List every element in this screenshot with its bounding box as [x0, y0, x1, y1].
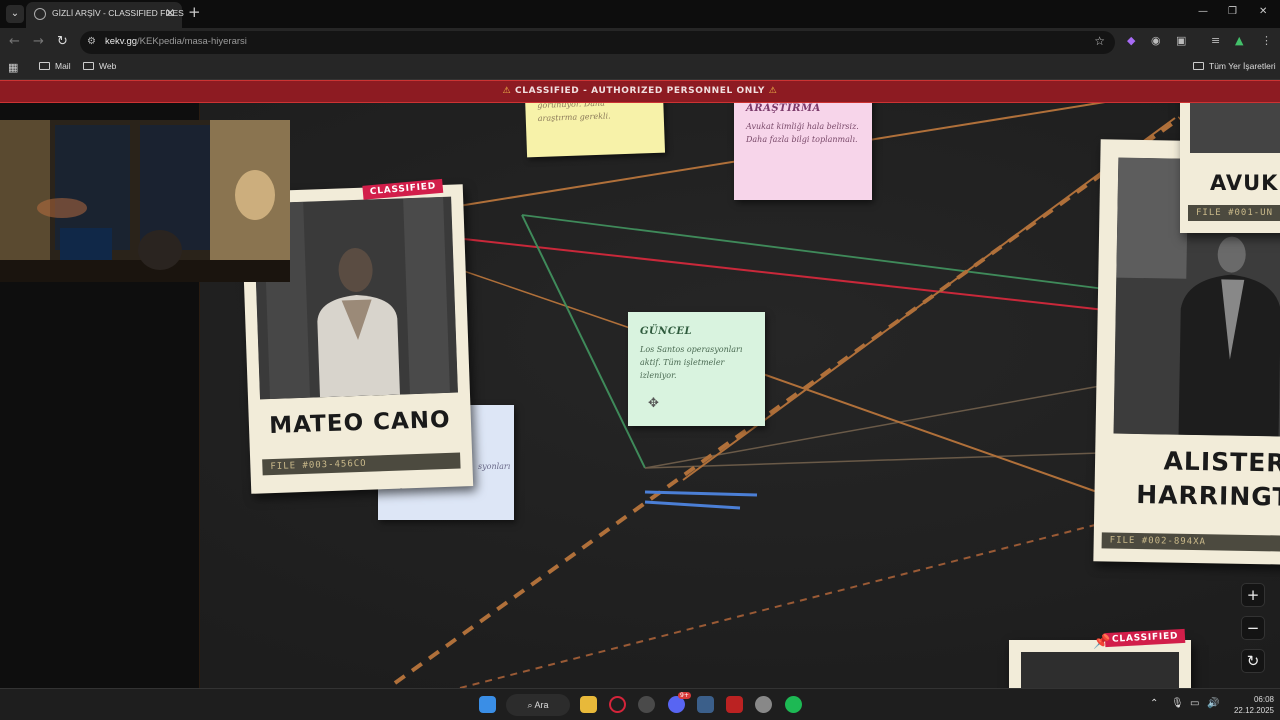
- suspect-card-bottom[interactable]: CLASSIFIED 📌: [1009, 628, 1191, 688]
- suspect-name-line2: HARRINGTO: [1136, 479, 1280, 513]
- spotify-icon[interactable]: [785, 696, 802, 713]
- chrome-icon[interactable]: [638, 696, 655, 713]
- sticky-note-pink[interactable]: ARAŞTIRMA Avukat kimliği hala belirsiz. …: [734, 103, 872, 200]
- tab-search-button[interactable]: ⌄: [6, 5, 24, 23]
- all-bookmarks[interactable]: Tüm Yer İşaretleri: [1193, 61, 1276, 71]
- string-blue: [644, 490, 758, 497]
- windows-taskbar: ⌕ Ara 9+ ⌃ 🎙 ▭ 🔊 06:08 22.12.2025: [0, 688, 1280, 720]
- minimize-button[interactable]: —: [1198, 6, 1208, 17]
- network-icon[interactable]: ▭: [1190, 698, 1199, 709]
- zoom-out-button[interactable]: −: [1241, 616, 1265, 640]
- media-icon[interactable]: ≡: [1211, 34, 1220, 47]
- close-window-button[interactable]: ✕: [1259, 6, 1267, 17]
- suspect-name-line1: ALISTER: [1163, 446, 1280, 478]
- suspect-photo: [1021, 652, 1179, 688]
- file-id: FILE #003-456CO: [262, 452, 461, 476]
- forward-icon[interactable]: →: [33, 34, 44, 49]
- url-text: kekv.gg/KEKpedia/masa-hiyerarsi: [105, 36, 247, 47]
- webcam-overlay: [0, 120, 290, 282]
- classified-banner: ⚠ CLASSIFIED - AUTHORIZED PERSONNEL ONLY…: [0, 80, 1280, 103]
- opera-icon[interactable]: [609, 696, 626, 713]
- folder-icon: [39, 62, 50, 70]
- folder-icon: [1193, 62, 1204, 70]
- string-red: [454, 237, 1106, 311]
- camera-icon[interactable]: ◉: [1151, 34, 1161, 47]
- webcam-feed: [0, 120, 290, 282]
- profile-icon[interactable]: ▲: [1235, 34, 1243, 47]
- app-icon-red[interactable]: [726, 696, 743, 713]
- globe-icon: [34, 8, 46, 20]
- bookmarks-bar: ▦ Mail Web Tüm Yer İşaretleri: [0, 56, 1280, 80]
- microphone-icon[interactable]: 🎙: [1171, 698, 1184, 709]
- sticky-note-green[interactable]: GÜNCEL Los Santos operasyonları aktif. T…: [628, 312, 765, 426]
- warning-icon: ⚠: [768, 86, 778, 96]
- string-blue: [644, 500, 741, 510]
- classified-stamp: CLASSIFIED: [1104, 628, 1186, 648]
- browser-toolbar: ← → ↻ ⚙ kekv.gg/KEKpedia/masa-hiyerarsi …: [0, 28, 1280, 56]
- folder-icon: [83, 62, 94, 70]
- reset-view-button[interactable]: ↻: [1241, 649, 1265, 673]
- new-tab-button[interactable]: +: [188, 3, 201, 21]
- browser-tab-bar: ⌄ GİZLİ ARŞİV - CLASSIFIED FILES ✕ + — ❐…: [0, 0, 1280, 28]
- pin-icon: 📌: [1093, 634, 1111, 650]
- taskbar-search[interactable]: ⌕ Ara: [506, 694, 570, 716]
- bookmark-star-icon[interactable]: ☆: [1094, 34, 1105, 48]
- app-icon[interactable]: [697, 696, 714, 713]
- maximize-button[interactable]: ❐: [1228, 6, 1237, 17]
- address-bar[interactable]: ⚙ kekv.gg/KEKpedia/masa-hiyerarsi ☆: [80, 31, 1115, 54]
- file-id: FILE #001-UN: [1188, 205, 1280, 221]
- zoom-in-button[interactable]: +: [1241, 583, 1265, 607]
- screen: ⌄ GİZLİ ARŞİV - CLASSIFIED FILES ✕ + — ❐…: [0, 0, 1280, 720]
- reload-icon[interactable]: ↻: [57, 34, 68, 49]
- discord-badge: 9+: [678, 692, 691, 699]
- suspect-name: AVUK: [1210, 171, 1279, 195]
- volume-icon[interactable]: 🔊: [1207, 698, 1219, 709]
- tray-chevron-icon[interactable]: ⌃: [1150, 698, 1158, 709]
- file-id: FILE #002-894XA: [1101, 532, 1280, 552]
- move-cursor-icon: ✥: [648, 396, 659, 411]
- string-orange: [759, 372, 1101, 494]
- suspect-name: MATEO CANO: [268, 406, 452, 440]
- tab-close-button[interactable]: ✕: [165, 6, 175, 20]
- active-tab[interactable]: GİZLİ ARŞİV - CLASSIFIED FILES ✕: [26, 2, 184, 28]
- warning-icon: ⚠: [502, 86, 512, 96]
- string-dashed: [459, 524, 1096, 688]
- string-orange: [454, 267, 631, 329]
- menu-icon[interactable]: ⋮: [1261, 34, 1272, 47]
- extensions-puzzle-icon[interactable]: ▣: [1176, 34, 1186, 47]
- site-info-icon[interactable]: ⚙: [87, 36, 96, 47]
- apps-grid-icon[interactable]: ▦: [8, 61, 18, 74]
- banner-text: CLASSIFIED - AUTHORIZED PERSONNEL ONLY: [515, 86, 765, 96]
- sticky-note-yellow[interactable]: görünüyor. Daha araştırma gerekli.: [524, 103, 666, 158]
- file-explorer-icon[interactable]: [580, 696, 597, 713]
- system-clock[interactable]: 06:08 22.12.2025: [1222, 694, 1274, 716]
- windows-start-icon[interactable]: [479, 696, 496, 713]
- suspect-photo: [1190, 103, 1280, 153]
- extension-icon[interactable]: ◆: [1127, 34, 1135, 47]
- suspect-card-avukat[interactable]: AVUK FILE #001-UN: [1180, 103, 1280, 233]
- settings-icon[interactable]: [755, 696, 772, 713]
- bookmark-web[interactable]: Web: [83, 61, 116, 71]
- string-dashed: [393, 116, 1182, 685]
- bookmark-mail[interactable]: Mail: [39, 61, 71, 71]
- back-icon[interactable]: ←: [9, 34, 20, 49]
